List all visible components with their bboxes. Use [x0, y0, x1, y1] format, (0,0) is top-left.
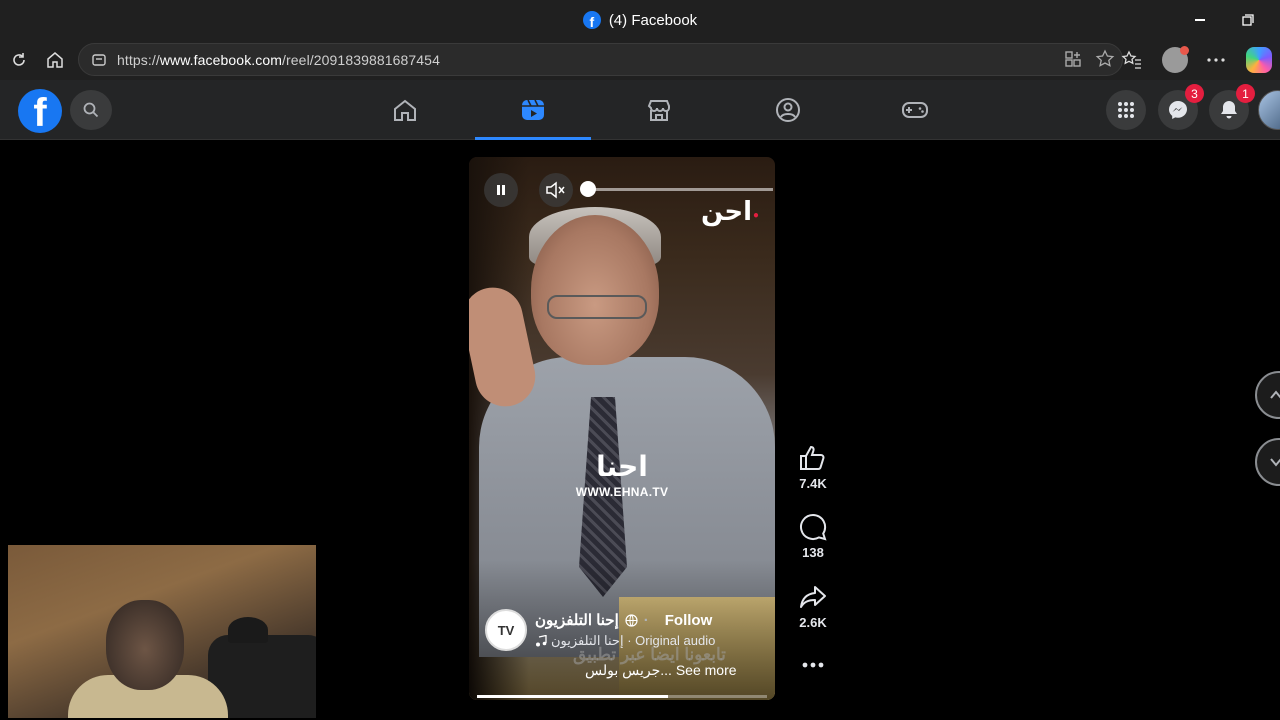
- facebook-logo[interactable]: f: [18, 89, 62, 133]
- address-bar[interactable]: https://www.facebook.com/reel/2091839881…: [78, 43, 1123, 76]
- messenger-button[interactable]: 3: [1158, 84, 1204, 130]
- marketplace-icon: [647, 100, 670, 121]
- tab-title: (4) Facebook: [608, 11, 698, 29]
- facebook-top-nav: f 3 1: [0, 80, 1280, 140]
- share-action[interactable]: 2.6K: [790, 583, 836, 630]
- tab-groups[interactable]: [730, 80, 846, 140]
- reload-button[interactable]: [0, 41, 38, 79]
- tab-gaming[interactable]: [857, 80, 973, 140]
- video-progress-fill: [477, 695, 669, 698]
- search-icon: [83, 102, 99, 118]
- chevron-up-icon: [1270, 390, 1280, 399]
- facebook-favicon-icon: f: [582, 11, 601, 29]
- profile-alert-dot: [1180, 46, 1189, 55]
- favorites-icon[interactable]: [1120, 48, 1144, 72]
- search-button[interactable]: [70, 90, 112, 130]
- restore-button[interactable]: [1236, 8, 1260, 32]
- groups-icon: [776, 98, 800, 122]
- tab-title-group: f (4) Facebook: [582, 11, 698, 29]
- volume-knob[interactable]: [580, 181, 596, 197]
- like-count: 7.4K: [799, 476, 827, 491]
- share-count: 2.6K: [799, 615, 827, 630]
- mute-button[interactable]: [539, 173, 573, 207]
- pause-button[interactable]: [484, 173, 518, 207]
- home-icon: [47, 52, 63, 68]
- channel-name[interactable]: إحنا التلفزيون: [535, 611, 619, 629]
- chevron-down-icon: [1270, 458, 1280, 467]
- comment-bubble-icon: [800, 513, 827, 541]
- app-available-icon[interactable]: [1062, 48, 1084, 70]
- messenger-badge: 3: [1185, 84, 1204, 103]
- copilot-icon[interactable]: [1246, 47, 1272, 73]
- site-info-icon[interactable]: [91, 52, 107, 68]
- like-thumb-icon: [800, 445, 825, 470]
- reels-icon: [522, 99, 544, 120]
- bell-icon: [1221, 101, 1237, 119]
- muted-speaker-icon: [546, 181, 565, 199]
- watermark-logo: احنا: [596, 450, 650, 483]
- comment-action[interactable]: 138: [790, 513, 836, 560]
- reel-caption[interactable]: جريس بولس... See more: [585, 662, 737, 679]
- home-button[interactable]: [36, 41, 74, 79]
- more-dots-icon: [802, 662, 824, 668]
- browser-toolbar: https://www.facebook.com/reel/2091839881…: [0, 40, 1280, 80]
- browser-title-bar: f (4) Facebook: [0, 0, 1280, 40]
- profile-avatar-button[interactable]: [1162, 46, 1189, 73]
- center-watermark: احنا WWW.EHNA.TV: [469, 450, 775, 499]
- favorite-star-icon[interactable]: [1094, 48, 1116, 70]
- gaming-icon: [902, 102, 928, 118]
- grid-menu-icon: [1118, 102, 1134, 118]
- tab-marketplace[interactable]: [601, 80, 717, 140]
- share-arrow-icon: [800, 586, 826, 608]
- comment-count: 138: [802, 545, 824, 560]
- channel-line: إحنا التلفزيون · Follow: [535, 611, 713, 630]
- reel-video[interactable]: احن • احنا WWW.EHNA.TV TV إحنا التلفزيون …: [469, 157, 775, 700]
- watermark-site: WWW.EHNA.TV: [575, 485, 669, 499]
- minimize-button[interactable]: [1188, 8, 1212, 32]
- browser-actions: [1120, 40, 1280, 80]
- reload-icon: [13, 53, 25, 66]
- notifications-button[interactable]: 1: [1209, 84, 1255, 130]
- public-globe-icon: [625, 613, 638, 627]
- url-text[interactable]: https://www.facebook.com/reel/2091839881…: [117, 52, 440, 68]
- channel-watermark-logo: احن •: [701, 197, 762, 227]
- webcam-overlay: [8, 545, 316, 718]
- music-note-icon: [536, 635, 547, 647]
- follow-button[interactable]: Follow: [665, 612, 713, 629]
- restore-icon: [1242, 14, 1254, 26]
- volume-slider[interactable]: [587, 188, 773, 191]
- tab-home[interactable]: [347, 80, 463, 140]
- menu-button[interactable]: [1106, 90, 1146, 130]
- channel-avatar[interactable]: TV: [485, 609, 527, 651]
- messenger-icon: [1169, 101, 1187, 119]
- more-options-icon[interactable]: [1204, 48, 1228, 72]
- notifications-badge: 1: [1236, 84, 1255, 103]
- pause-icon: [497, 185, 505, 195]
- more-options-action[interactable]: [790, 655, 836, 675]
- tab-reels[interactable]: [475, 80, 591, 140]
- video-progress-bar[interactable]: [477, 695, 767, 698]
- home-icon: [394, 99, 416, 121]
- account-avatar[interactable]: [1258, 90, 1280, 130]
- like-action[interactable]: 7.4K: [790, 444, 836, 491]
